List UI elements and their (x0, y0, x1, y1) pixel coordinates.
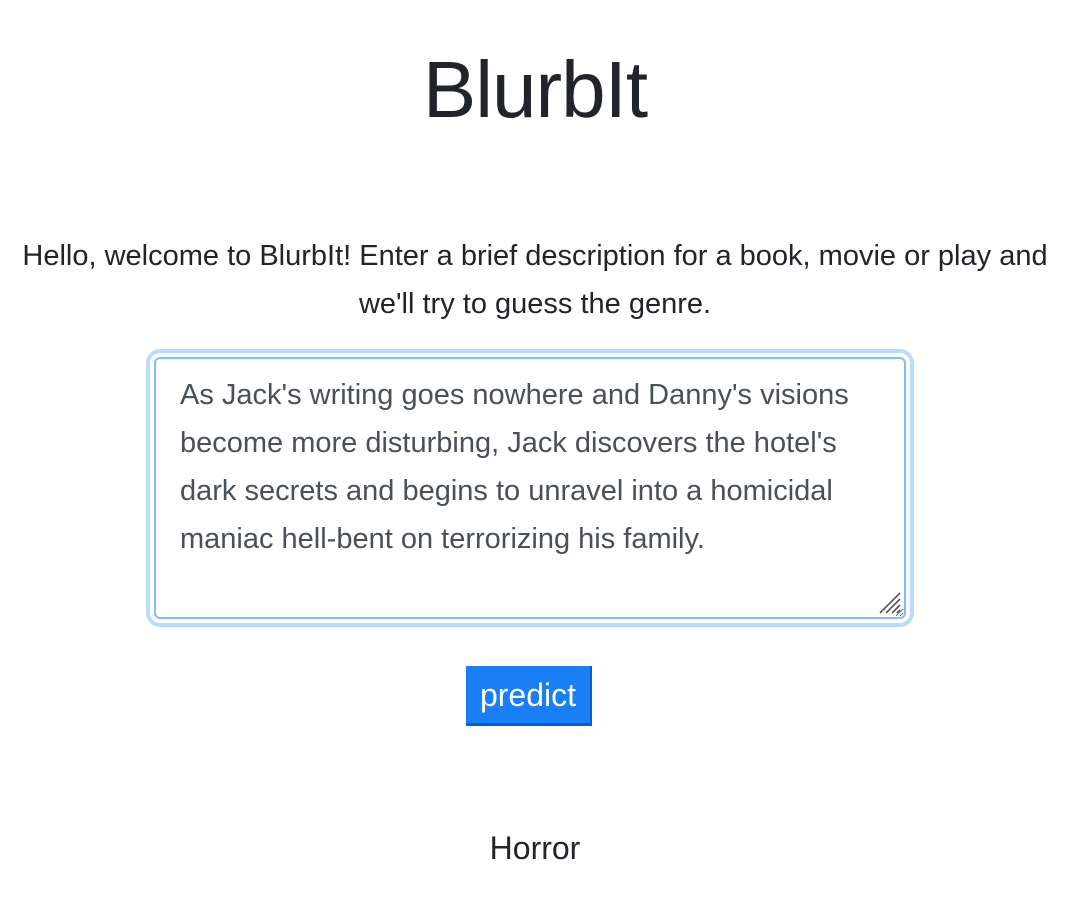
page-title: BlurbIt (422, 45, 648, 134)
description-textarea[interactable] (154, 357, 906, 619)
predict-button[interactable]: predict (466, 666, 592, 726)
description-field-wrapper (150, 353, 910, 623)
intro-text: Hello, welcome to BlurbIt! Enter a brief… (22, 240, 1048, 320)
page: BlurbIt Hello, welcome to BlurbIt! Enter… (0, 0, 1070, 912)
prediction-result: Horror (489, 830, 581, 866)
